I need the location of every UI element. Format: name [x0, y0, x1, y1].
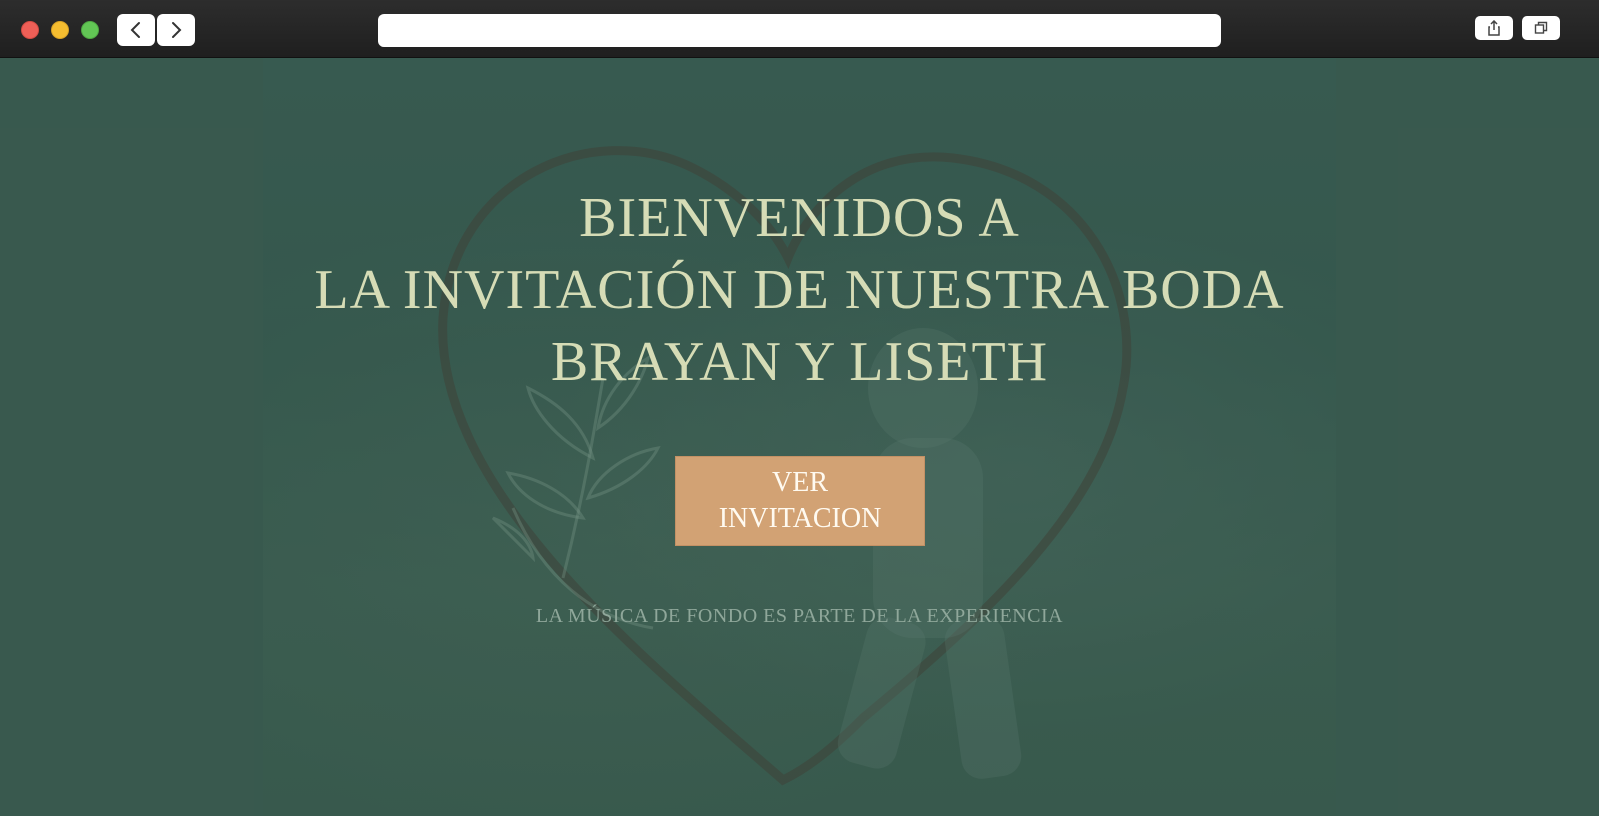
tabs-overview-button[interactable]	[1522, 16, 1560, 40]
forward-button[interactable]	[157, 14, 195, 46]
address-bar[interactable]	[378, 14, 1221, 47]
share-button[interactable]	[1475, 16, 1513, 40]
view-invitation-button[interactable]: VER INVITACION	[675, 456, 925, 546]
invitation-heading: LA INVITACIÓN DE NUESTRA BODA	[314, 259, 1285, 321]
welcome-heading: BIENVENIDOS A	[579, 187, 1020, 249]
browser-toolbar	[0, 0, 1599, 58]
maximize-window-button[interactable]	[81, 21, 99, 39]
close-window-button[interactable]	[21, 21, 39, 39]
minimize-window-button[interactable]	[51, 21, 69, 39]
back-button[interactable]	[117, 14, 155, 46]
tabs-icon	[1534, 21, 1548, 34]
chevron-right-icon	[172, 22, 182, 38]
couple-names-heading: BRAYAN Y LISETH	[550, 331, 1049, 393]
chevron-left-icon	[130, 22, 140, 38]
music-note-text: LA MÚSICA DE FONDO ES PARTE DE LA EXPERI…	[535, 605, 1064, 627]
page-viewport: BIENVENIDOS A LA INVITACIÓN DE NUESTRA B…	[0, 58, 1599, 816]
share-icon	[1488, 20, 1500, 36]
hero-section: BIENVENIDOS A LA INVITACIÓN DE NUESTRA B…	[0, 58, 1599, 816]
